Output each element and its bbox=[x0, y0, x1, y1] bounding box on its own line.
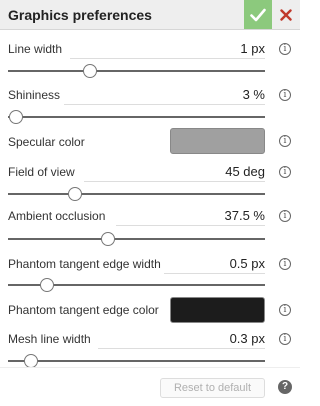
footer-divider bbox=[0, 367, 300, 368]
info-icon[interactable]: i bbox=[279, 304, 291, 316]
mesh-line-width-value[interactable]: 0.3 px bbox=[230, 331, 265, 346]
field-of-view-slider-thumb[interactable] bbox=[67, 187, 82, 201]
line-width-label: Line width bbox=[8, 42, 63, 56]
info-icon[interactable]: i bbox=[279, 89, 291, 101]
help-icon[interactable]: ? bbox=[278, 380, 292, 394]
field-of-view-label: Field of view bbox=[8, 165, 75, 179]
ambient-occlusion-slider-thumb[interactable] bbox=[101, 232, 116, 246]
mesh-line-width-label: Mesh line width bbox=[8, 332, 91, 346]
ambient-occlusion-field-underline bbox=[116, 225, 265, 226]
ambient-occlusion-label: Ambient occlusion bbox=[8, 209, 106, 223]
field-of-view-field-underline bbox=[84, 181, 265, 182]
field-of-view-value[interactable]: 45 deg bbox=[225, 164, 265, 179]
phantom-tangent-edge-width-label: Phantom tangent edge width bbox=[8, 257, 161, 271]
info-icon[interactable]: i bbox=[279, 43, 291, 55]
phantom-tangent-edge-color-label: Phantom tangent edge color bbox=[8, 303, 159, 317]
info-icon[interactable]: i bbox=[279, 210, 291, 222]
phantom-tangent-edge-color-swatch[interactable] bbox=[170, 297, 265, 323]
shininess-value[interactable]: 3 % bbox=[243, 87, 265, 102]
shininess-field-underline bbox=[64, 104, 265, 105]
dialog-header: Graphics preferences bbox=[0, 0, 300, 30]
mesh-line-width-slider[interactable] bbox=[8, 360, 265, 362]
info-icon[interactable]: i bbox=[279, 333, 291, 345]
ambient-occlusion-slider[interactable] bbox=[8, 238, 265, 240]
specular-color-label: Specular color bbox=[8, 135, 85, 149]
info-icon[interactable]: i bbox=[279, 258, 291, 270]
info-icon[interactable]: i bbox=[279, 166, 291, 178]
phantom-tangent-edge-width-slider-thumb[interactable] bbox=[39, 278, 54, 292]
mesh-line-width-field-underline bbox=[98, 348, 265, 349]
shininess-slider-thumb[interactable] bbox=[8, 110, 23, 124]
phantom-tangent-edge-width-value[interactable]: 0.5 px bbox=[230, 256, 265, 271]
line-width-slider[interactable] bbox=[8, 70, 265, 72]
mesh-line-width-slider-thumb[interactable] bbox=[24, 354, 39, 368]
shininess-label: Shininess bbox=[8, 88, 61, 102]
line-width-slider-thumb[interactable] bbox=[83, 64, 98, 78]
ambient-occlusion-value[interactable]: 37.5 % bbox=[225, 208, 265, 223]
line-width-field-underline bbox=[70, 58, 265, 59]
phantom-tangent-edge-width-field-underline bbox=[164, 273, 265, 274]
ok-button[interactable] bbox=[244, 0, 272, 29]
field-of-view-slider[interactable] bbox=[8, 193, 265, 195]
specular-color-swatch[interactable] bbox=[170, 128, 265, 154]
close-icon bbox=[280, 8, 292, 21]
info-icon[interactable]: i bbox=[279, 135, 291, 147]
check-icon bbox=[250, 8, 266, 21]
shininess-slider[interactable] bbox=[8, 116, 265, 118]
reset-to-default-button[interactable]: Reset to default bbox=[160, 378, 265, 398]
line-width-value[interactable]: 1 px bbox=[240, 41, 265, 56]
dialog-title: Graphics preferences bbox=[8, 7, 152, 23]
close-button[interactable] bbox=[272, 0, 300, 29]
